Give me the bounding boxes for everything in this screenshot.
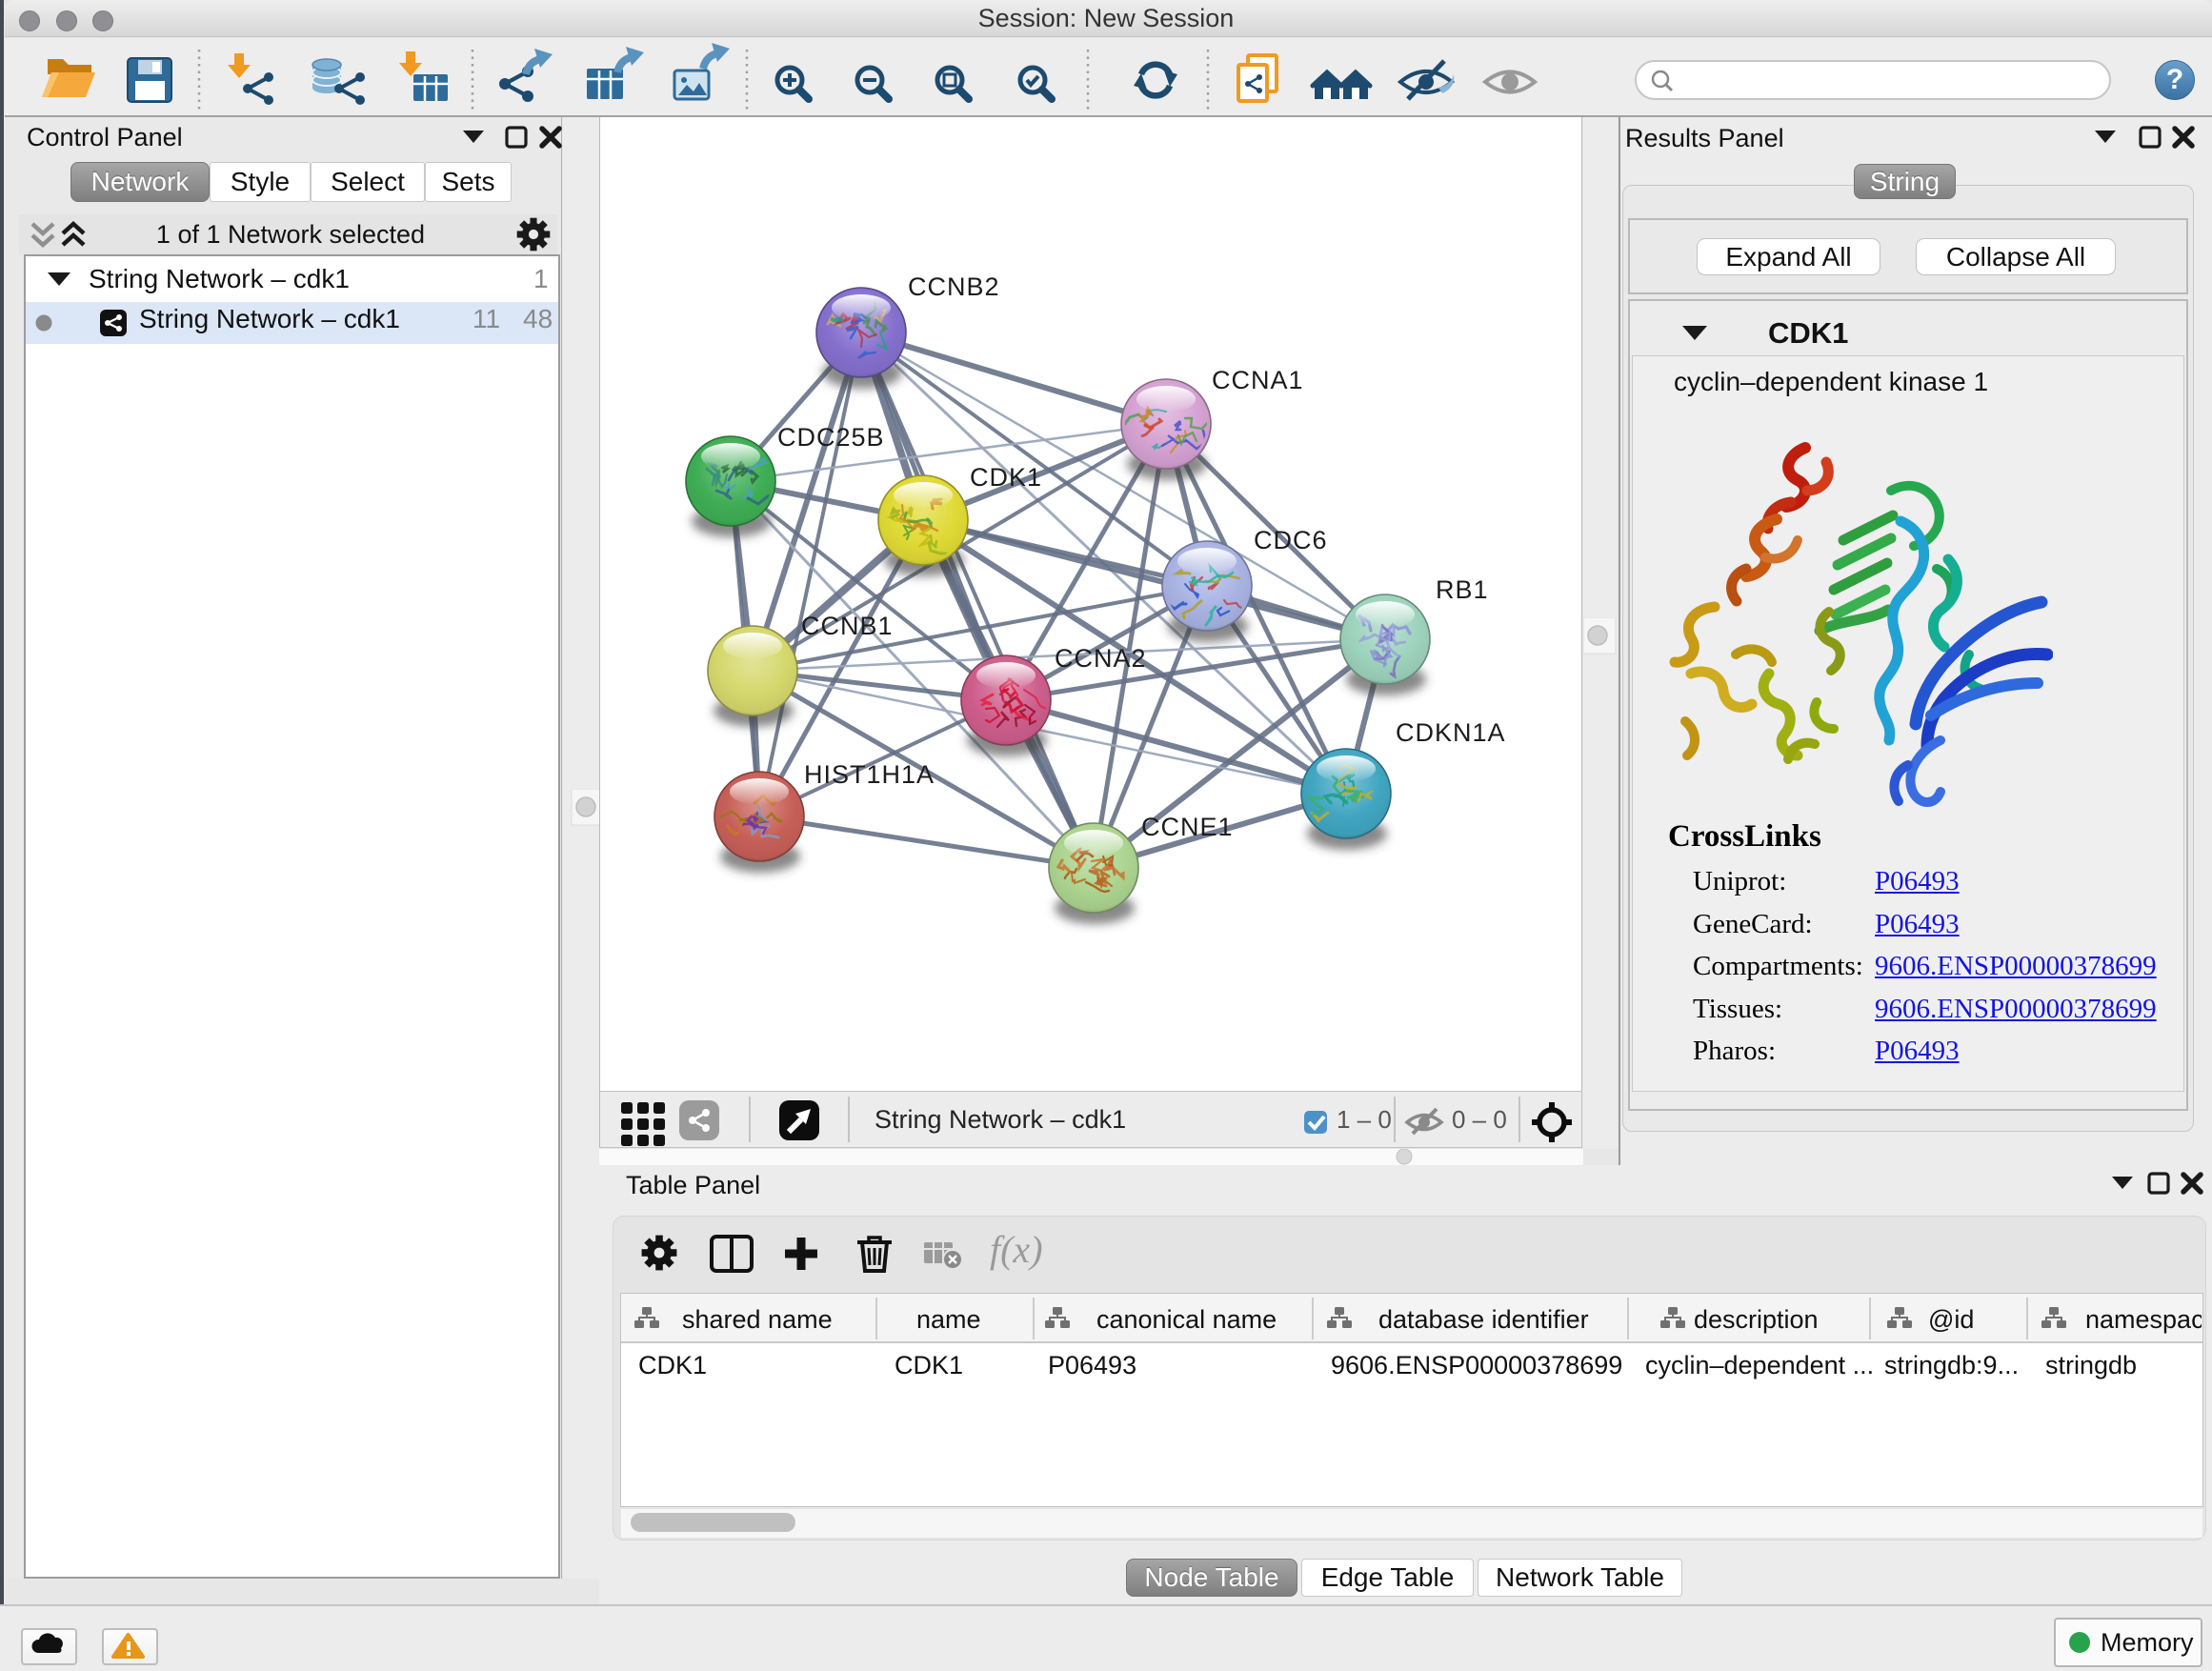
svg-text:CCNB1: CCNB1	[801, 612, 894, 640]
svg-text:CCNE1: CCNE1	[1141, 813, 1234, 841]
svg-text:HIST1H1A: HIST1H1A	[804, 760, 935, 789]
svg-text:CCNA2: CCNA2	[1055, 644, 1147, 673]
svg-text:CDC6: CDC6	[1254, 526, 1328, 554]
svg-text:CDKN1A: CDKN1A	[1396, 718, 1506, 747]
svg-text:CDK1: CDK1	[970, 463, 1042, 492]
svg-text:CDC25B: CDC25B	[777, 423, 885, 452]
svg-text:RB1: RB1	[1436, 575, 1489, 604]
